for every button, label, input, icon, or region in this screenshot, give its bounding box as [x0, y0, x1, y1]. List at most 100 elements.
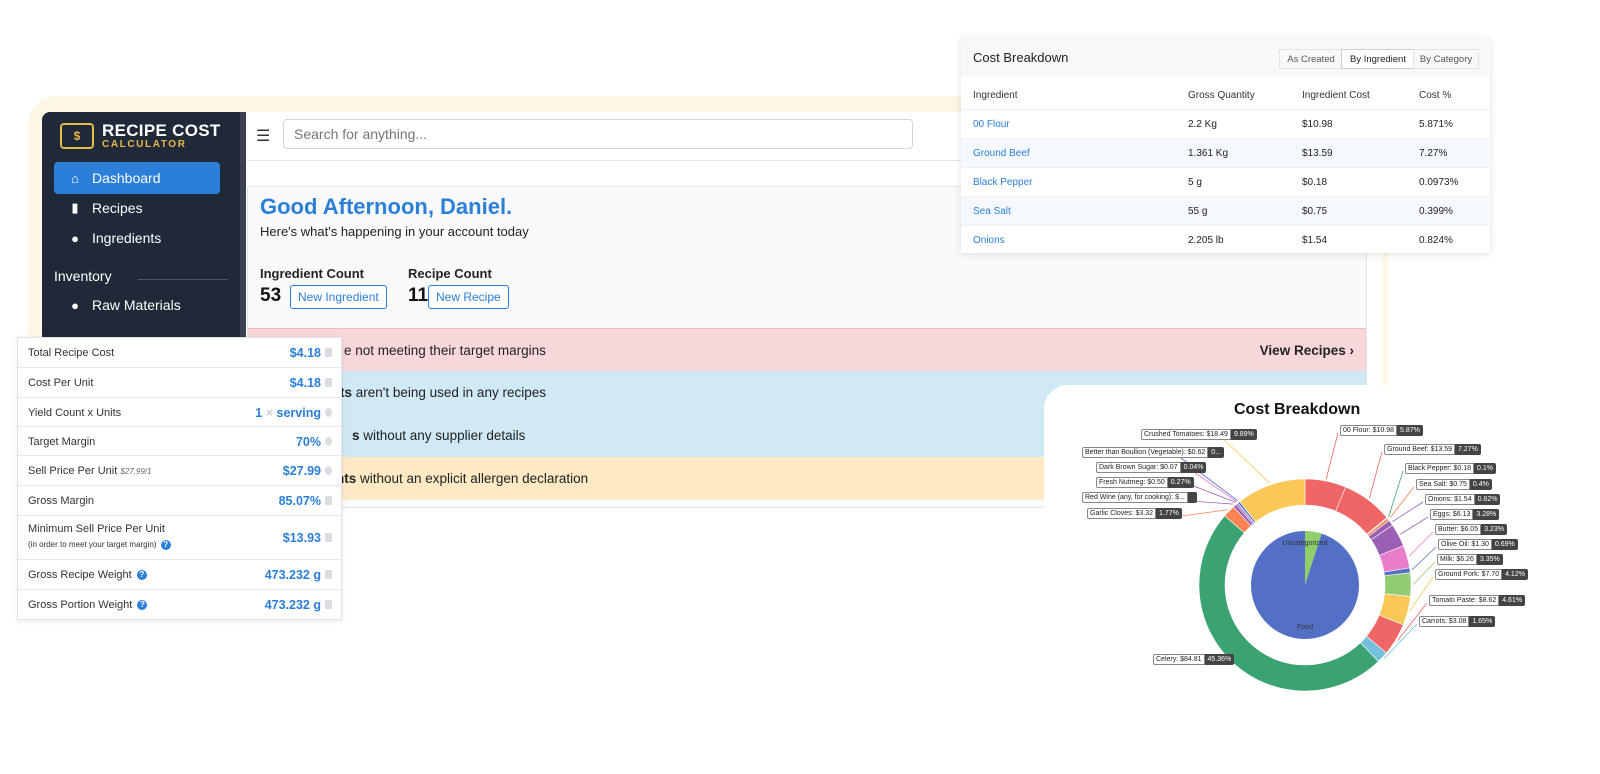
help-icon[interactable]: ?: [160, 540, 171, 550]
summary-row: Minimum Sell Price Per Unit (in order to…: [18, 516, 341, 560]
slice-label: Black Pepper: $0.18 0.1%: [1405, 463, 1497, 474]
sidebar-item-raw-materials[interactable]: ● Raw Materials: [54, 289, 220, 321]
logo[interactable]: $ RECIPE COST CALCULATOR: [60, 122, 221, 150]
alert-text: nts without an explicit allergen declara…: [336, 471, 589, 486]
cost-breakdown-table-card: Cost Breakdown As Created By Ingredient …: [961, 38, 1490, 253]
ingredient-link[interactable]: Sea Salt: [973, 206, 1011, 217]
slice-label: Milk: $6.26 3.35%: [1437, 554, 1503, 565]
ingredient-count-value: 53: [260, 285, 282, 306]
ingredient-count-label: Ingredient Count: [260, 266, 364, 281]
leader-line: [1408, 531, 1434, 557]
hamburger-icon[interactable]: ☰: [256, 126, 270, 146]
calculator-icon: [325, 378, 332, 387]
slice-label: Carrots: $3.08 1.65%: [1419, 616, 1496, 627]
alert-text: s without any supplier details: [352, 428, 526, 443]
summary-row: Target Margin 70%: [18, 427, 341, 456]
sidebar-item-label: Ingredients: [92, 230, 162, 246]
leader-line: [1400, 516, 1429, 535]
ingredient-link[interactable]: Ground Beef: [973, 148, 1030, 159]
table-cell: $0.75: [1302, 206, 1328, 217]
leader-line: [1181, 509, 1228, 517]
table-cell: 5 g: [1188, 177, 1202, 188]
table-cell: 2.205 lb: [1188, 235, 1224, 246]
slice-label: Crushed Tomatoes: $18.49 9.89%: [1141, 429, 1257, 440]
table-cell: 7.27%: [1419, 148, 1448, 159]
sidebar-section-inventory: Inventory: [54, 268, 112, 284]
leader-line: [1190, 469, 1237, 502]
table-cell: $1.54: [1302, 235, 1328, 246]
document-icon: ▮: [71, 200, 79, 215]
table-cell: $13.59: [1302, 148, 1333, 159]
leader-line: [1392, 501, 1424, 522]
summary-row: Total Recipe Cost $4.18: [18, 338, 341, 368]
donut-slice[interactable]: [1384, 572, 1412, 597]
help-icon[interactable]: ?: [136, 570, 147, 581]
card-title: Cost Breakdown: [973, 50, 1069, 65]
slice-label: Olive Oil: $1.30 0.69%: [1438, 539, 1518, 550]
pie-label: Food: [1297, 624, 1313, 631]
sidebar-item-ingredients[interactable]: ● Ingredients: [54, 222, 220, 254]
table-cell: 2.2 Kg: [1188, 119, 1217, 130]
ingredient-link[interactable]: Black Pepper: [973, 177, 1032, 188]
slice-label: Fresh Nutmeg: $0.50 0.27%: [1096, 477, 1194, 488]
pie-slice-food[interactable]: [1251, 531, 1359, 639]
view-recipes-link[interactable]: View Recipes ›: [1260, 343, 1354, 358]
table-row: Onions 2.205 lb $1.54 0.824%: [961, 225, 1490, 253]
tab-as-created[interactable]: As Created: [1279, 49, 1343, 69]
column-header[interactable]: Cost %: [1419, 90, 1451, 101]
summary-row: Gross Portion Weight ? 473.232 g: [18, 590, 341, 619]
leader-line: [1325, 432, 1339, 480]
slice-label: Eggs: $6.13 3.28%: [1430, 509, 1500, 520]
slice-label: 00 Flour: $10.98 5.87%: [1340, 425, 1423, 436]
tab-by-category[interactable]: By Category: [1413, 49, 1479, 69]
table-row: Ground Beef 1.361 Kg $13.59 7.27%: [961, 138, 1490, 168]
column-header[interactable]: Ingredient Cost: [1302, 90, 1370, 101]
slice-label: Red Wine (any, for cooking): $...: [1082, 492, 1197, 503]
slice-label: Butter: $6.05 3.23%: [1435, 524, 1507, 535]
slice-label: Better than Boullion (Vegetable): $0.62 0…: [1082, 447, 1224, 458]
table-cell: 0.824%: [1419, 235, 1453, 246]
slice-label: Dark Brown Sugar: $0.07 0.04%: [1096, 462, 1207, 473]
recipe-count-value: 11: [408, 285, 429, 306]
sidebar-item-dashboard[interactable]: ⌂ Dashboard: [54, 162, 220, 194]
ingredient-link[interactable]: Onions: [973, 235, 1005, 246]
ingredient-link[interactable]: 00 Flour: [973, 119, 1010, 130]
calculator-icon: [325, 496, 332, 505]
help-icon[interactable]: ?: [137, 600, 148, 611]
apple-icon: ●: [71, 230, 79, 246]
search-input[interactable]: [283, 119, 913, 149]
tab-by-ingredient[interactable]: By Ingredient: [1341, 49, 1415, 69]
alert-text: ts aren't being used in any recipes: [340, 385, 546, 400]
new-recipe-button[interactable]: New Recipe: [428, 285, 509, 309]
column-header[interactable]: Gross Quantity: [1188, 90, 1255, 101]
logo-coin-icon: $: [60, 123, 94, 149]
table-row: Sea Salt 55 g $0.75 0.399%: [961, 196, 1490, 226]
logo-line1: RECIPE COST: [102, 121, 221, 140]
table-cell: $0.18: [1302, 177, 1328, 188]
leader-line: [1411, 546, 1437, 571]
calculator-icon: [325, 600, 332, 609]
summary-row: Yield Count x Units 1 × serving: [18, 398, 341, 427]
summary-row: Cost Per Unit $4.18: [18, 368, 341, 398]
user-icon: [325, 466, 332, 475]
column-header[interactable]: Ingredient: [973, 90, 1017, 101]
sidebar-item-recipes[interactable]: ▮ Recipes: [54, 192, 220, 224]
alert-margins: e not meeting their target margins View …: [248, 328, 1366, 371]
pie-label: Uncategorized: [1282, 540, 1327, 547]
recipe-summary-card: Total Recipe Cost $4.18 Cost Per Unit $4…: [17, 337, 342, 620]
table-cell: $10.98: [1302, 119, 1333, 130]
slice-label: Tomato Paste: $8.62 4.61%: [1429, 595, 1526, 606]
calculator-icon: [325, 533, 332, 542]
slice-label: Onions: $1.54 0.82%: [1425, 494, 1501, 505]
home-icon: ⌂: [71, 170, 79, 186]
page-subtitle: Here's what's happening in your account …: [260, 224, 529, 239]
new-ingredient-button[interactable]: New Ingredient: [290, 285, 387, 309]
slice-label: Sea Salt: $0.75 0.4%: [1416, 479, 1492, 490]
sidebar-item-label: Recipes: [92, 200, 143, 216]
calculator-icon: [325, 348, 332, 357]
table-cell: 1.361 Kg: [1188, 148, 1229, 159]
sidebar-item-label: Dashboard: [92, 170, 161, 186]
user-icon: [325, 437, 332, 446]
page-title: Good Afternoon, Daniel.: [260, 194, 513, 219]
logo-line2: CALCULATOR: [102, 139, 187, 150]
